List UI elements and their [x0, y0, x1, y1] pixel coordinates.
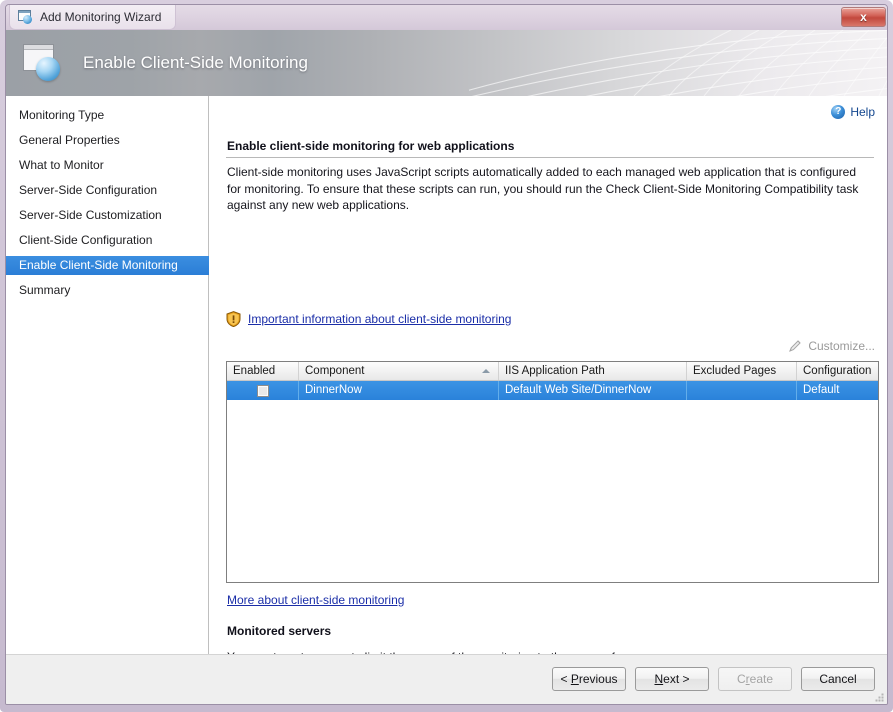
- help-link[interactable]: ? Help: [831, 105, 875, 119]
- next-button[interactable]: Next >: [635, 667, 709, 691]
- monitored-servers-title: Monitored servers: [227, 624, 331, 638]
- window-title-tab: Add Monitoring Wizard: [9, 5, 176, 30]
- warning-shield-icon: [226, 311, 241, 327]
- column-header-iis-application-path[interactable]: IIS Application Path: [499, 362, 687, 380]
- title-bar: Add Monitoring Wizard x: [6, 5, 888, 30]
- wizard-window-icon: [18, 10, 33, 24]
- column-header-enabled[interactable]: Enabled: [227, 362, 299, 380]
- table-row[interactable]: DinnerNow Default Web Site/DinnerNow Def…: [227, 381, 878, 400]
- components-grid[interactable]: Enabled Component IIS Application Path E…: [226, 361, 879, 583]
- footer-buttons: < Previous Next > Create Cancel: [552, 667, 875, 691]
- pencil-icon: [788, 339, 802, 353]
- column-header-component-label: Component: [305, 365, 364, 377]
- help-label: Help: [850, 105, 875, 119]
- important-information-row[interactable]: Important information about client-side …: [226, 311, 511, 327]
- create-button[interactable]: Create: [718, 667, 792, 691]
- window-inner: Add Monitoring Wizard x: [5, 4, 888, 705]
- column-header-configuration[interactable]: Configuration: [797, 362, 878, 380]
- grid-header-row: Enabled Component IIS Application Path E…: [227, 362, 878, 381]
- help-circle-icon: ?: [831, 105, 845, 119]
- row-component-cell: DinnerNow: [299, 381, 499, 400]
- sidebar-item-server-side-customization[interactable]: Server-Side Customization: [6, 206, 208, 225]
- column-header-component[interactable]: Component: [299, 362, 499, 380]
- title-divider: [226, 157, 874, 158]
- page-description: Client-side monitoring uses JavaScript s…: [227, 164, 867, 214]
- sidebar-item-enable-client-side-monitoring[interactable]: Enable Client-Side Monitoring: [6, 256, 209, 275]
- row-excluded-pages-cell: [687, 381, 797, 400]
- close-icon: x: [860, 11, 867, 23]
- sidebar-item-client-side-configuration[interactable]: Client-Side Configuration: [6, 231, 208, 250]
- wizard-step-sidebar: Monitoring Type General Properties What …: [6, 96, 209, 654]
- body-area: Monitoring Type General Properties What …: [6, 96, 888, 654]
- previous-button[interactable]: < Previous: [552, 667, 626, 691]
- sidebar-item-what-to-monitor[interactable]: What to Monitor: [6, 156, 208, 175]
- sidebar-item-summary[interactable]: Summary: [6, 281, 208, 300]
- content-pane: ? Help Enable client-side monitoring for…: [210, 96, 888, 654]
- important-information-link[interactable]: Important information about client-side …: [248, 312, 511, 326]
- cancel-button[interactable]: Cancel: [801, 667, 875, 691]
- sidebar-item-general-properties[interactable]: General Properties: [6, 131, 208, 150]
- customize-label: Customize...: [808, 339, 875, 353]
- window-frame: Add Monitoring Wizard x: [0, 0, 893, 712]
- row-iis-application-path-cell: Default Web Site/DinnerNow: [499, 381, 687, 400]
- column-header-excluded-pages[interactable]: Excluded Pages: [687, 362, 797, 380]
- sidebar-item-monitoring-type[interactable]: Monitoring Type: [6, 106, 208, 125]
- enabled-checkbox[interactable]: [257, 385, 269, 397]
- customize-button[interactable]: Customize...: [788, 339, 875, 353]
- wizard-banner-icon: [23, 44, 63, 82]
- row-configuration-cell: Default: [797, 381, 878, 400]
- window-title: Add Monitoring Wizard: [40, 10, 161, 24]
- page-title: Enable client-side monitoring for web ap…: [227, 139, 514, 153]
- resize-grip[interactable]: [873, 691, 885, 703]
- row-enabled-cell[interactable]: [227, 381, 299, 400]
- sort-ascending-icon: [482, 369, 490, 373]
- banner-mesh-decoration: [469, 30, 888, 96]
- banner-title: Enable Client-Side Monitoring: [83, 30, 308, 96]
- footer-bar: < Previous Next > Create Cancel: [6, 654, 888, 705]
- wizard-banner: Enable Client-Side Monitoring: [6, 30, 888, 96]
- more-about-link[interactable]: More about client-side monitoring: [227, 593, 404, 607]
- sidebar-item-server-side-configuration[interactable]: Server-Side Configuration: [6, 181, 208, 200]
- close-button[interactable]: x: [841, 7, 886, 27]
